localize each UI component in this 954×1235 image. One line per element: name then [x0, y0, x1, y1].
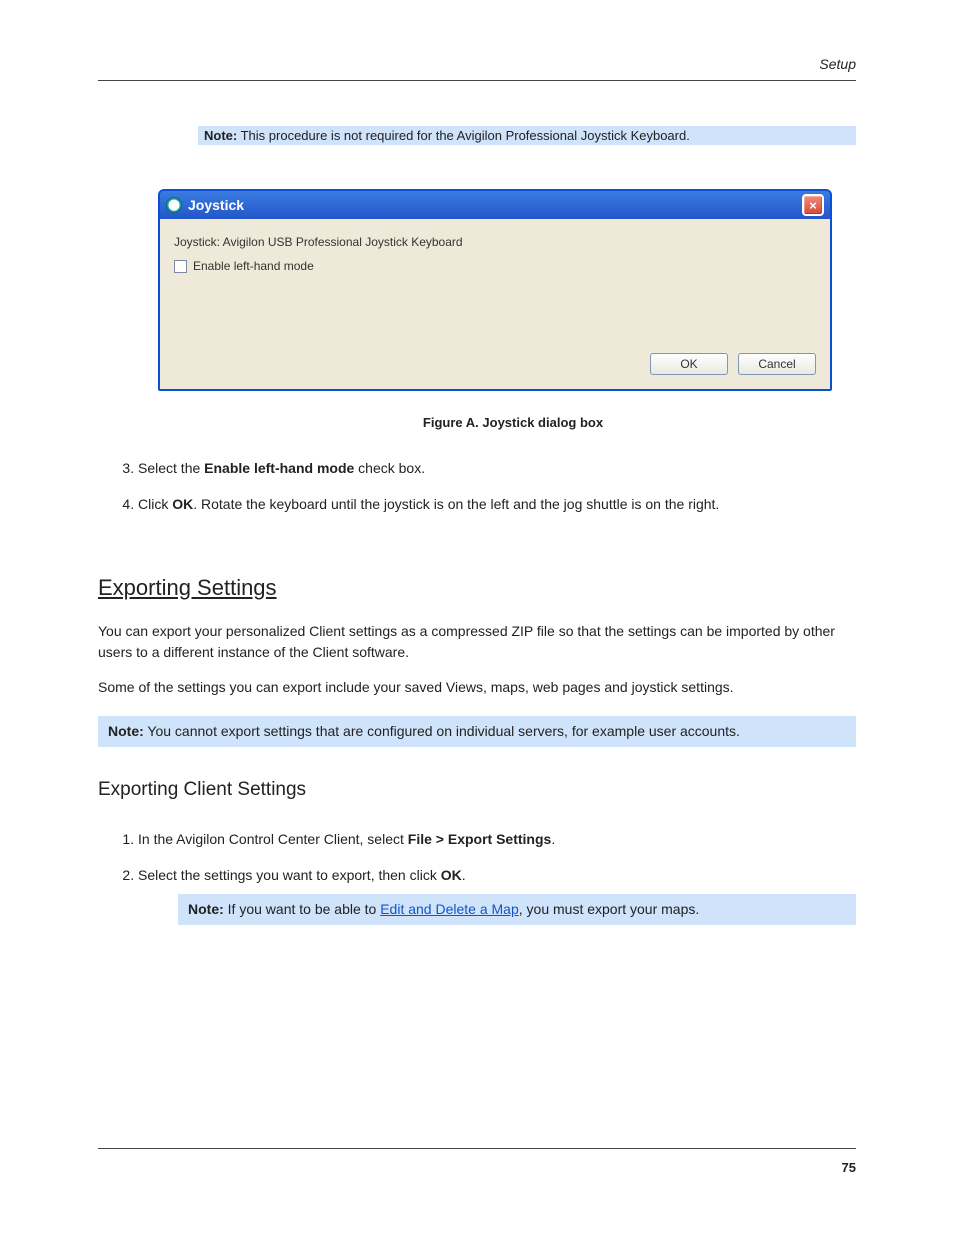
- bold-enable-lefthand: Enable left-hand mode: [204, 460, 354, 476]
- inner-note-box: Note: If you want to be able to Edit and…: [178, 894, 856, 926]
- dialog-body-text: Joystick: Avigilon USB Professional Joys…: [174, 235, 816, 249]
- steps-list-a: Select the Enable left-hand mode check b…: [98, 458, 856, 515]
- note2-text: You cannot export settings that are conf…: [147, 723, 740, 739]
- heading-exporting-settings: Exporting Settings: [98, 575, 856, 601]
- bold-ok: OK: [172, 496, 193, 512]
- step-3: Select the Enable left-hand mode check b…: [138, 458, 856, 478]
- steps-list-b: In the Avigilon Control Center Client, s…: [98, 829, 856, 925]
- step-b2-text1: Select the settings you want to export, …: [138, 867, 441, 883]
- footer-rule: [98, 1148, 856, 1149]
- note-box-joystick: Note: This procedure is not required for…: [198, 126, 856, 145]
- note-text: This procedure is not required for the A…: [241, 128, 690, 143]
- dialog-body: Joystick: Avigilon USB Professional Joys…: [160, 219, 830, 389]
- step-4: Click OK. Rotate the keyboard until the …: [138, 494, 856, 514]
- joystick-dialog: ⬤ Joystick × Joystick: Avigilon USB Prof…: [158, 189, 832, 391]
- step-b1-text2: .: [551, 831, 555, 847]
- bold-ok-2: OK: [441, 867, 462, 883]
- checkbox-enable-lefthand[interactable]: [174, 260, 187, 273]
- dialog-button-row: OK Cancel: [174, 353, 816, 375]
- dialog-title: Joystick: [188, 197, 244, 213]
- note-label: Note:: [204, 128, 237, 143]
- cancel-button[interactable]: Cancel: [738, 353, 816, 375]
- note-box-export: Note: You cannot export settings that ar…: [98, 716, 856, 748]
- page-number: 75: [842, 1160, 856, 1175]
- figure-label: Figure A.: [423, 415, 479, 430]
- exporting-intro-2: Some of the settings you can export incl…: [98, 677, 856, 698]
- step-b1-text1: In the Avigilon Control Center Client, s…: [138, 831, 408, 847]
- ok-button[interactable]: OK: [650, 353, 728, 375]
- figure-caption-text: Joystick dialog box: [482, 415, 603, 430]
- heading-exporting-client-settings: Exporting Client Settings: [98, 779, 856, 801]
- step-b2-text2: .: [462, 867, 466, 883]
- screenshot-figure: ⬤ Joystick × Joystick: Avigilon USB Prof…: [158, 189, 832, 430]
- joystick-icon: ⬤: [166, 197, 182, 213]
- page-header-section: Setup: [819, 56, 856, 72]
- close-button[interactable]: ×: [802, 194, 824, 216]
- inner-note-text2: , you must export your maps.: [519, 901, 700, 917]
- note2-label: Note:: [108, 723, 144, 739]
- exporting-intro-1: You can export your personalized Client …: [98, 621, 856, 663]
- figure-caption: Figure A. Joystick dialog box: [218, 415, 808, 430]
- header-rule: [98, 80, 856, 81]
- inner-note-label: Note:: [188, 901, 224, 917]
- step-b2: Select the settings you want to export, …: [138, 865, 856, 925]
- dialog-titlebar: ⬤ Joystick ×: [160, 191, 830, 219]
- checkbox-row[interactable]: Enable left-hand mode: [174, 259, 816, 273]
- inner-note-text1: If you want to be able to: [228, 901, 381, 917]
- link-edit-delete-map[interactable]: Edit and Delete a Map: [380, 901, 519, 917]
- menu-path-export: File > Export Settings: [408, 831, 552, 847]
- checkbox-label: Enable left-hand mode: [193, 259, 314, 273]
- step-b1: In the Avigilon Control Center Client, s…: [138, 829, 856, 849]
